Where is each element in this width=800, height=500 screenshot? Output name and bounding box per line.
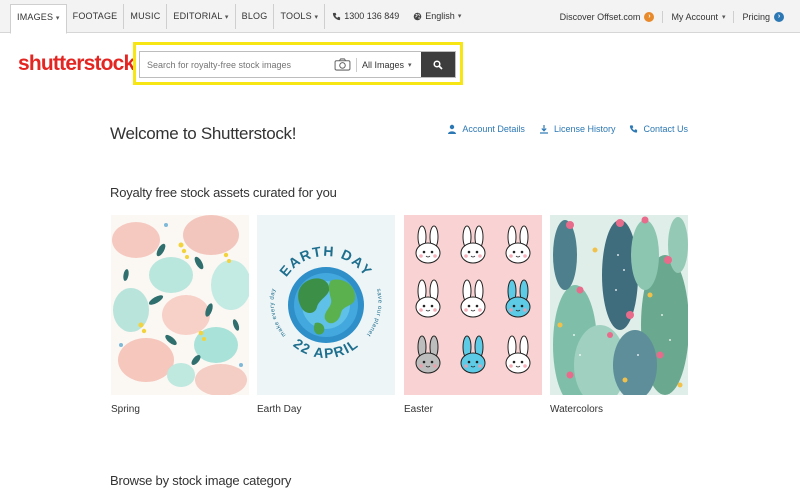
watercolors-image [550, 215, 688, 395]
user-icon [448, 124, 457, 134]
curated-section-title: Royalty free stock assets curated for yo… [110, 185, 337, 200]
search-bar: All Images ▾ [139, 51, 456, 78]
my-account-menu[interactable]: My Account ▾ [663, 12, 733, 22]
chevron-down-icon: ▾ [721, 13, 726, 21]
collection-card-watercolors[interactable]: Watercolors [550, 215, 688, 415]
globe-icon [414, 12, 422, 21]
contact-us-label: Contact Us [643, 124, 688, 134]
phone-icon [630, 125, 638, 133]
language-label: English [425, 11, 455, 21]
chevron-down-icon: ▾ [55, 15, 60, 22]
search-icon [433, 59, 443, 70]
tab-tools[interactable]: TOOLS ▾ [274, 4, 326, 29]
image-type-dropdown[interactable]: All Images ▾ [361, 60, 418, 70]
page-title: Welcome to Shutterstock! [110, 124, 297, 143]
tab-editorial[interactable]: EDITORIAL ▾ [167, 4, 236, 29]
tab-blog-label: BLOG [241, 11, 268, 21]
license-history-label: License History [553, 124, 616, 134]
browse-section-title: Browse by stock image category [110, 473, 292, 488]
collection-card-spring[interactable]: Spring [111, 215, 249, 415]
earth-day-image: EARTH DAY 22 APRIL make every day save o… [257, 215, 395, 395]
account-details-link[interactable]: Account Details [447, 124, 525, 134]
tab-footage[interactable]: FOOTAGE [67, 4, 125, 29]
collection-card-earth-day[interactable]: EARTH DAY 22 APRIL make every day save o… [257, 215, 395, 415]
card-caption: Earth Day [257, 404, 302, 415]
nav-right: Discover Offset.com › My Account ▾ Prici… [552, 4, 792, 29]
chevron-down-icon: ▾ [457, 13, 462, 20]
arrow-right-icon: › [644, 11, 655, 22]
tab-blog[interactable]: BLOG [236, 4, 275, 29]
discover-offset-link[interactable]: Discover Offset.com › [552, 11, 663, 22]
chevron-down-icon: ▾ [314, 14, 319, 21]
nav-tabs: IMAGES ▾ FOOTAGE MUSIC EDITORIAL ▾ BLOG … [10, 4, 468, 34]
tab-tools-label: TOOLS [280, 11, 312, 21]
tab-music[interactable]: MUSIC [124, 4, 168, 29]
my-account-label: My Account [671, 11, 718, 22]
arrow-right-icon: › [774, 11, 784, 22]
license-history-link[interactable]: License History [539, 124, 616, 134]
card-caption: Watercolors [550, 404, 603, 415]
account-links: Account Details License History Contact … [447, 124, 688, 134]
tab-images[interactable]: IMAGES ▾ [10, 4, 67, 34]
shutterstock-logo[interactable]: shutterstock [18, 52, 135, 76]
download-icon [539, 125, 548, 134]
tab-editorial-label: EDITORIAL [173, 11, 223, 21]
image-type-label: All Images [362, 59, 405, 70]
search-button[interactable] [421, 52, 455, 77]
chevron-down-icon: ▾ [224, 14, 229, 21]
phone-number[interactable]: 1300 136 849 [325, 4, 406, 29]
tab-footage-label: FOOTAGE [72, 11, 118, 21]
card-caption: Spring [111, 404, 140, 415]
phone-label: 1300 136 849 [344, 11, 400, 21]
pricing-link[interactable]: Pricing › [734, 11, 792, 22]
account-details-label: Account Details [462, 124, 525, 134]
camera-icon[interactable] [332, 52, 352, 77]
divider [356, 57, 357, 72]
collection-card-easter[interactable]: Easter [404, 215, 542, 415]
card-caption: Easter [404, 404, 433, 415]
pricing-label: Pricing [742, 11, 770, 22]
top-nav: IMAGES ▾ FOOTAGE MUSIC EDITORIAL ▾ BLOG … [0, 0, 800, 34]
chevron-down-icon: ▾ [408, 61, 412, 69]
spring-image [111, 215, 249, 395]
search-input[interactable] [140, 52, 330, 77]
tab-music-label: MUSIC [130, 11, 161, 21]
phone-icon [333, 12, 341, 21]
easter-image [404, 215, 542, 395]
tab-images-label: IMAGES [17, 12, 54, 22]
discover-offset-label: Discover Offset.com [559, 11, 641, 22]
contact-us-link[interactable]: Contact Us [629, 124, 688, 134]
language-select[interactable]: English ▾ [406, 4, 468, 29]
